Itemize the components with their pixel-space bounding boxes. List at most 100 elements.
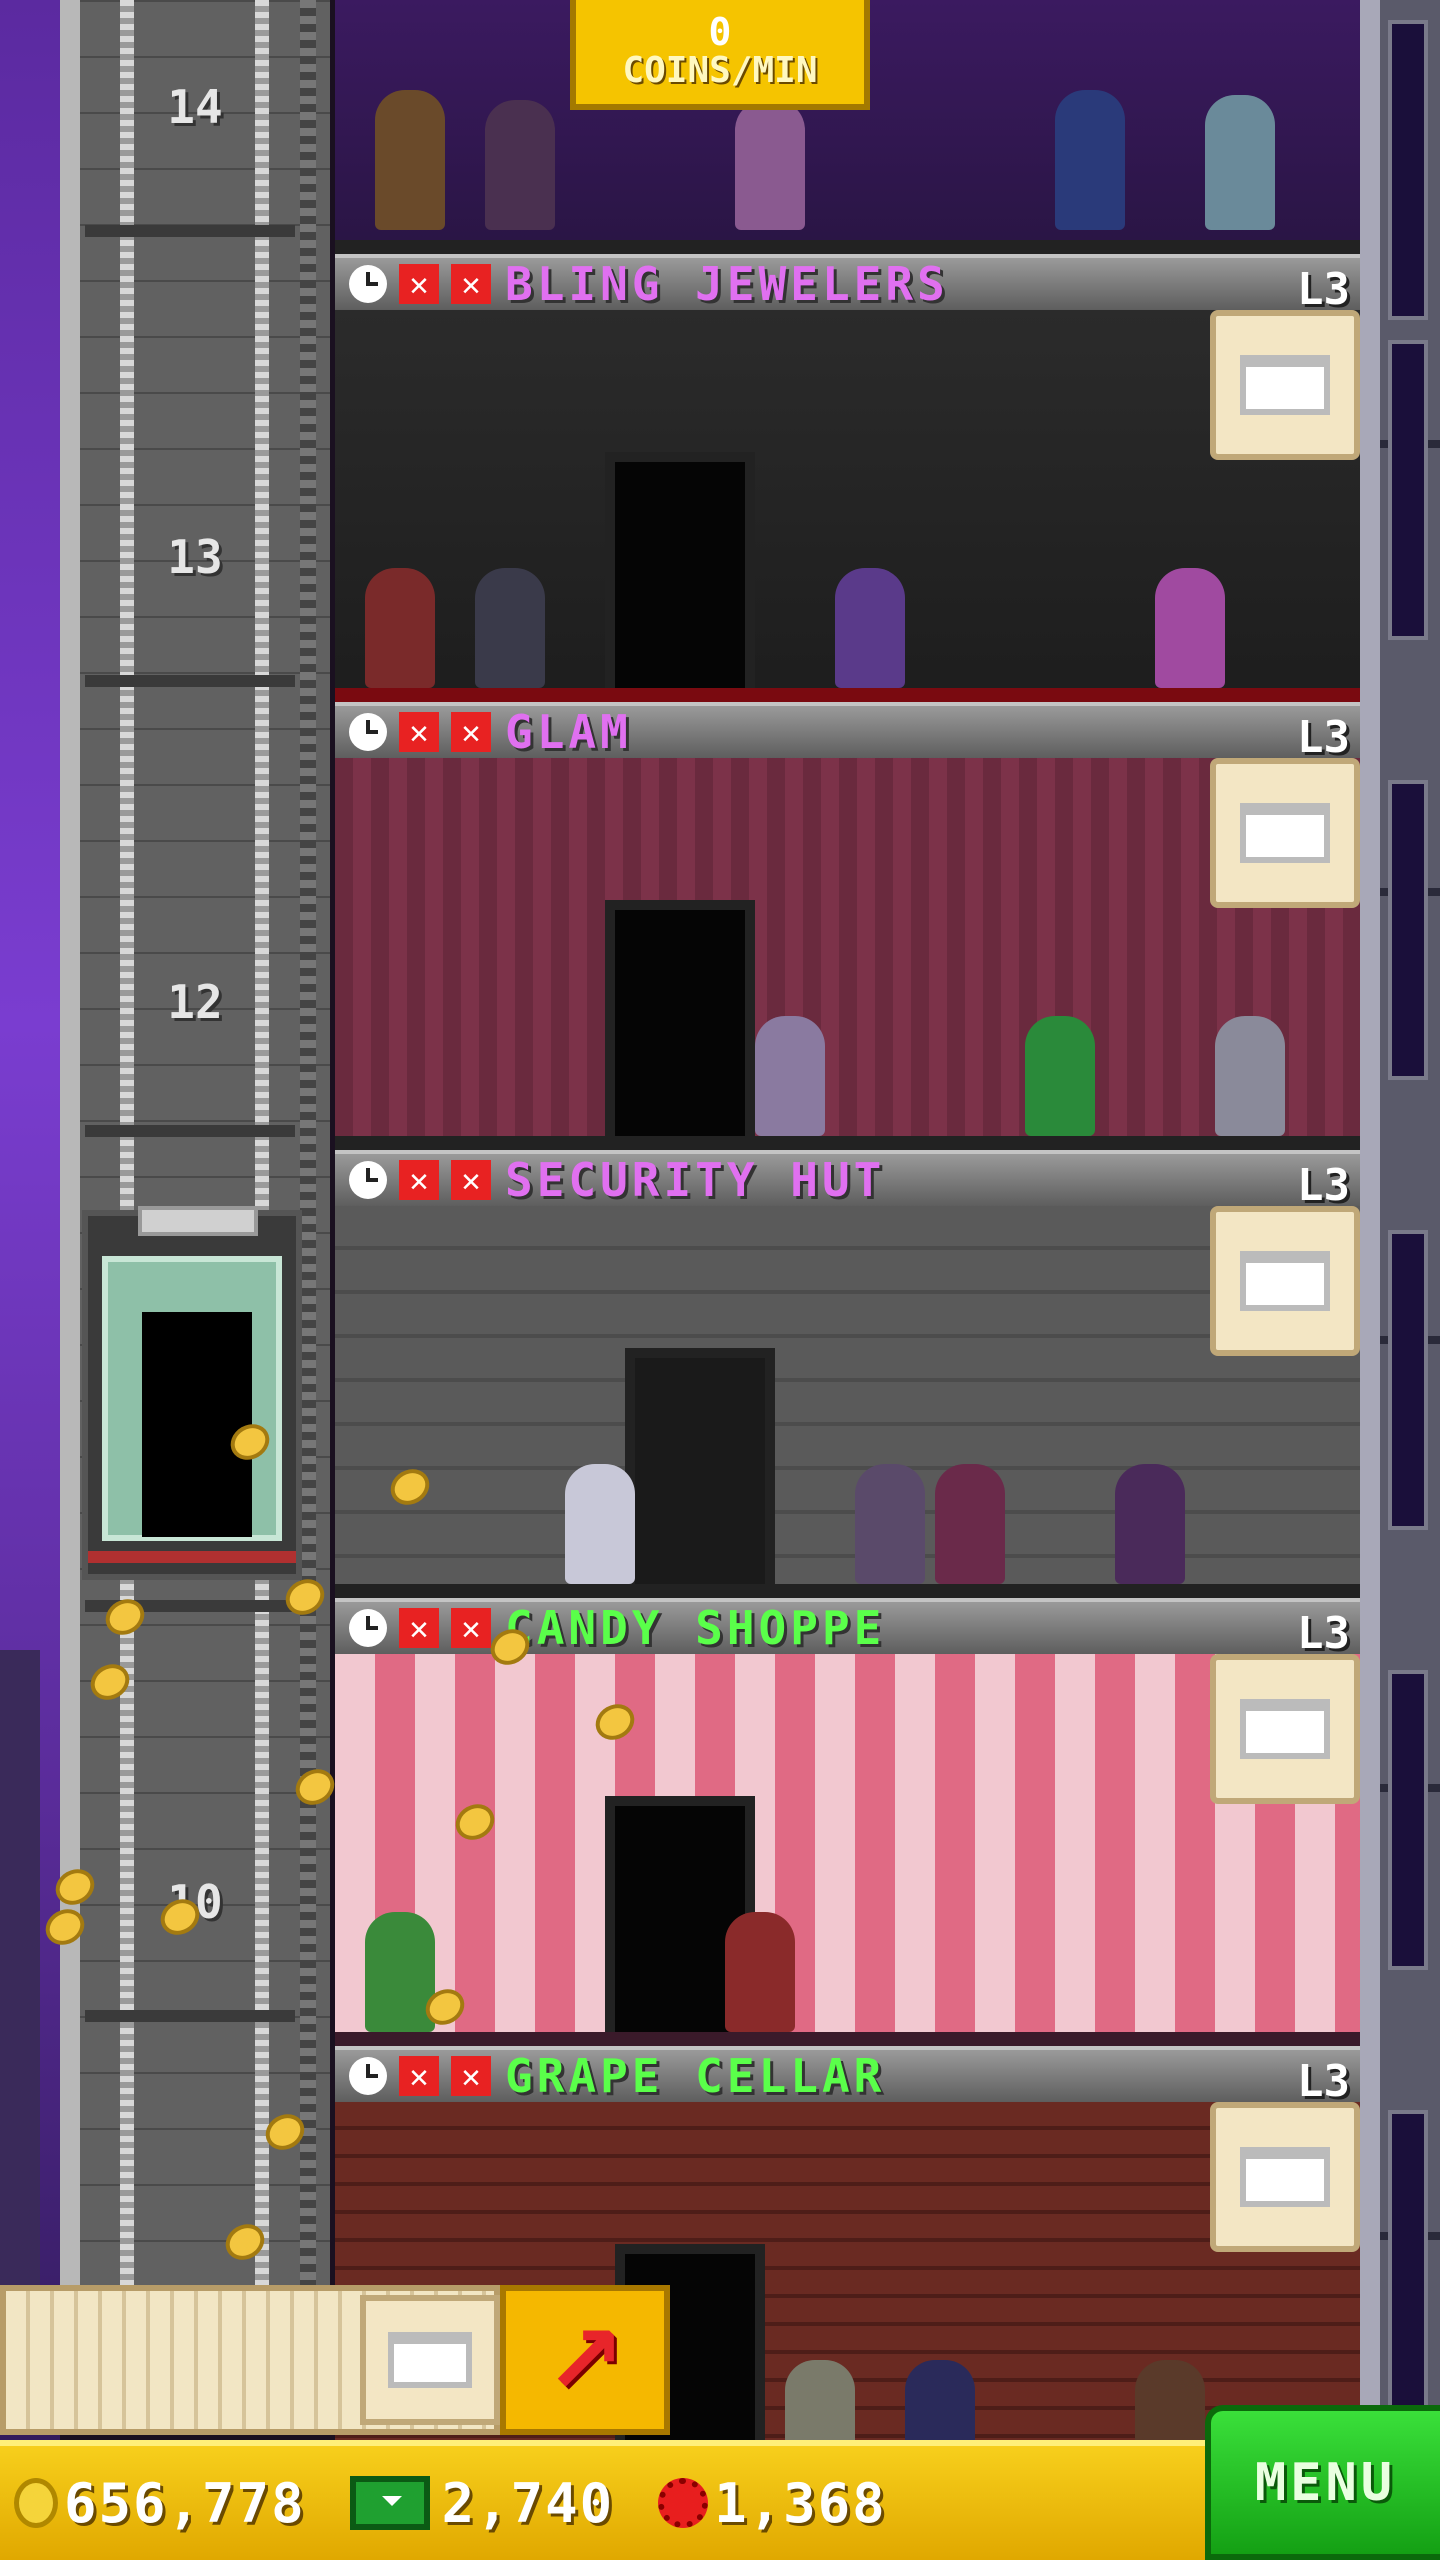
shaft-floor-divider — [85, 675, 295, 687]
bitizen[interactable] — [1055, 90, 1125, 230]
floor-name: BLING JEWELERS — [505, 257, 949, 311]
clock-icon — [349, 713, 387, 751]
bitizen[interactable] — [735, 100, 805, 230]
restock-button[interactable] — [1210, 2102, 1360, 2252]
bitizen[interactable] — [1215, 1016, 1285, 1136]
floor-bling-jewelers[interactable]: ✕ ✕ BLING JEWELERS L3 — [335, 254, 1360, 702]
floor-level: L3 — [1297, 2056, 1350, 2107]
floor-room[interactable] — [335, 1206, 1360, 1598]
up-arrow-icon: ↗ — [544, 2304, 626, 2416]
room-floor — [335, 1584, 1360, 1598]
crate-icon — [1240, 1251, 1330, 1311]
coins-value: 656,778 — [64, 2471, 306, 2535]
bitizen[interactable] — [755, 1016, 825, 1136]
x-icon: ✕ — [451, 712, 491, 752]
menu-button[interactable]: MENU — [1205, 2405, 1440, 2560]
floor-number: 13 — [167, 530, 223, 584]
floor-header: ✕ ✕ GLAM L3 — [335, 702, 1360, 763]
bux-stat: 2,740 — [320, 2472, 615, 2535]
crate-icon — [1240, 803, 1330, 863]
x-icon: ✕ — [451, 1160, 491, 1200]
floor-level: L3 — [1297, 1160, 1350, 1211]
restock-button[interactable] — [1210, 1654, 1360, 1804]
x-icon: ✕ — [399, 2056, 439, 2096]
bitizen[interactable] — [1155, 568, 1225, 688]
floor-header: ✕ ✕ BLING JEWELERS L3 — [335, 254, 1360, 315]
bitizen[interactable] — [835, 568, 905, 688]
x-icon: ✕ — [451, 264, 491, 304]
x-icon: ✕ — [451, 1608, 491, 1648]
coins-stat: 656,778 — [14, 2472, 306, 2535]
floor-number: 12 — [167, 975, 223, 1029]
coins-per-minute-label: COINS/MIN — [622, 50, 818, 92]
tower-window — [1388, 780, 1428, 1080]
floor-room[interactable] — [335, 1654, 1360, 2046]
tower-window — [1388, 340, 1428, 640]
bux-value: 2,740 — [441, 2471, 615, 2535]
build-floor-button[interactable]: ↗ — [500, 2285, 670, 2435]
floor-name: GLAM — [505, 705, 632, 759]
bitizen[interactable] — [935, 1464, 1005, 1584]
floor-security-hut[interactable]: ✕ ✕ SECURITY HUT L3 — [335, 1150, 1360, 1598]
floor-level: L3 — [1297, 264, 1350, 315]
elevator-car[interactable] — [82, 1206, 302, 1580]
clock-icon — [349, 1609, 387, 1647]
room-door — [605, 900, 755, 1150]
floor-number: 14 — [167, 80, 223, 134]
bitizen[interactable] — [1205, 95, 1275, 230]
elevator-cab-top — [138, 1206, 258, 1236]
x-icon: ✕ — [399, 1160, 439, 1200]
coins-per-minute-value: 0 — [708, 10, 732, 55]
x-icon: ✕ — [399, 1608, 439, 1648]
floor-room[interactable] — [335, 758, 1360, 1150]
room-floor — [335, 688, 1360, 702]
floor-room[interactable] — [335, 310, 1360, 702]
room-floor — [335, 1136, 1360, 1150]
clock-icon — [349, 265, 387, 303]
bitizen[interactable] — [1115, 1464, 1185, 1584]
city-silhouette — [0, 1650, 40, 2350]
tower-window — [1388, 1230, 1428, 1530]
shaft-wall — [60, 0, 80, 2290]
room-floor — [335, 2032, 1360, 2046]
coins-per-minute-badge[interactable]: 0 COINS/MIN — [570, 0, 870, 110]
tower-right-pillar — [1360, 0, 1380, 2440]
bitizen[interactable] — [855, 1464, 925, 1584]
tower-window — [1388, 1670, 1428, 1970]
build-floor-bar: ↗ — [0, 2285, 670, 2435]
tower-window — [1388, 20, 1428, 320]
restock-button[interactable] — [1210, 1206, 1360, 1356]
floor-header: ✕ ✕ GRAPE CELLAR L3 — [335, 2046, 1360, 2107]
shaft-floor-divider — [85, 2010, 295, 2022]
clock-icon — [349, 1161, 387, 1199]
bitizen[interactable] — [475, 568, 545, 688]
bitizen[interactable] — [365, 568, 435, 688]
shaft-rail-right — [255, 0, 269, 2290]
gems-stat: 1,368 — [628, 2472, 887, 2535]
floor-glam[interactable]: ✕ ✕ GLAM L3 — [335, 702, 1360, 1150]
coin-icon — [14, 2478, 58, 2528]
floor-level: L3 — [1297, 712, 1350, 763]
bitizen[interactable] — [375, 90, 445, 230]
restock-button[interactable] — [1210, 310, 1360, 460]
elevator-shaft — [60, 0, 330, 2290]
bitizen[interactable] — [1025, 1016, 1095, 1136]
stock-all-button[interactable] — [360, 2295, 500, 2425]
bitizen[interactable] — [725, 1912, 795, 2032]
shaft-floor-divider — [85, 1125, 295, 1137]
shaft-floor-divider — [85, 225, 295, 237]
x-icon: ✕ — [451, 2056, 491, 2096]
room-door — [605, 452, 755, 702]
restock-button[interactable] — [1210, 758, 1360, 908]
x-icon: ✕ — [399, 712, 439, 752]
floor-header: ✕ ✕ SECURITY HUT L3 — [335, 1150, 1360, 1211]
floor-header: ✕ ✕ CANDY SHOPPE L3 — [335, 1598, 1360, 1659]
floor-divider — [335, 240, 1360, 254]
bitizen[interactable] — [365, 1912, 435, 2032]
crate-icon — [388, 2332, 472, 2388]
gems-value: 1,368 — [714, 2471, 887, 2535]
bitizen[interactable] — [485, 100, 555, 230]
tower-window — [1388, 2110, 1428, 2410]
bitizen[interactable] — [565, 1464, 635, 1584]
crate-icon — [1240, 1699, 1330, 1759]
